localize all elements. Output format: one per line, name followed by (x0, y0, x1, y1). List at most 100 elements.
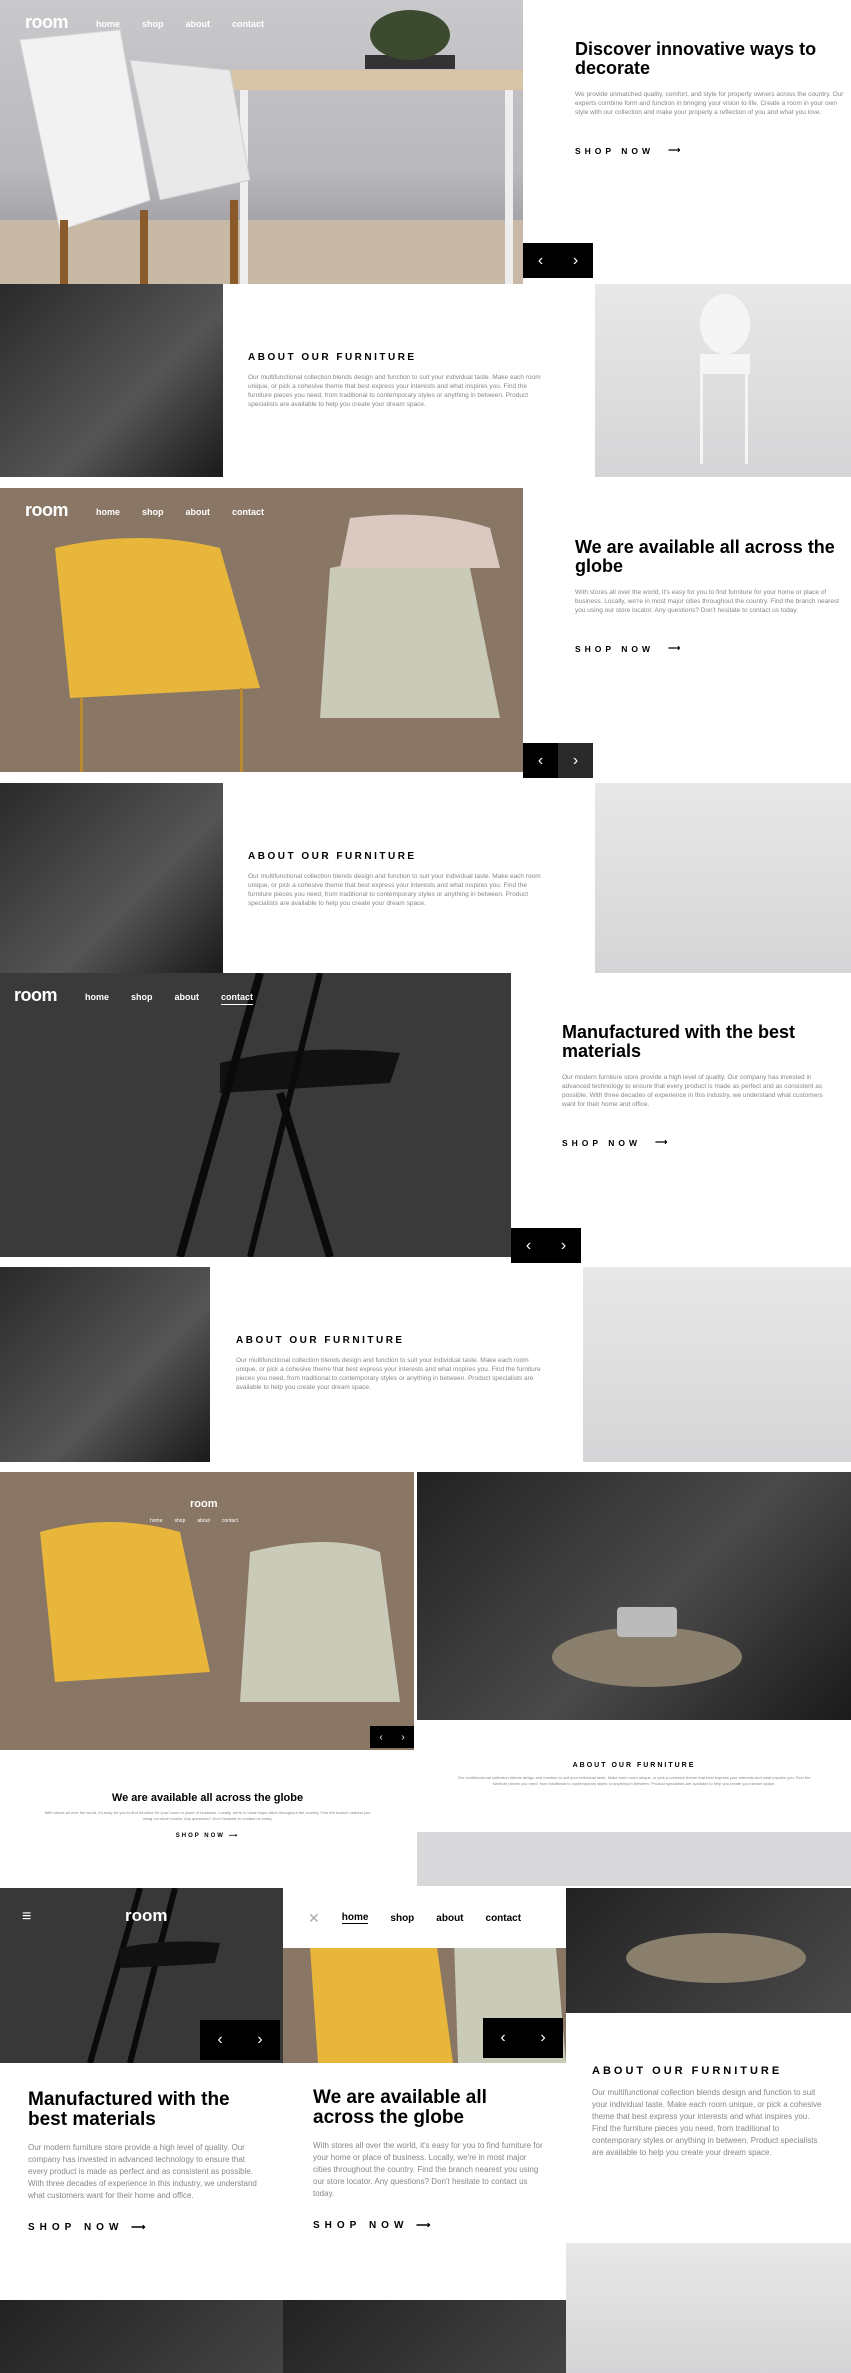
about-body: Our multifunctional collection blends de… (457, 1775, 811, 1786)
mobile-hero-2: ✕ home shop about contact ‹ › We are ava… (283, 1888, 566, 2373)
nav-about[interactable]: about (197, 1518, 210, 1524)
prev-button[interactable]: ‹ (200, 2020, 240, 2060)
nav-links: home shop about contact (150, 1518, 238, 1524)
slider-controls: ‹ › (200, 2020, 280, 2060)
nav-about[interactable]: about (175, 992, 200, 1002)
hero-content: We are available all across the globe Wi… (313, 2088, 543, 2232)
angle-left-icon: ‹ (379, 1731, 383, 1743)
nav-contact[interactable]: contact (221, 991, 254, 1005)
shop-now-link[interactable]: SHOP NOW ⟶ (40, 1832, 375, 1839)
about-title: ABOUT OUR FURNITURE (592, 2065, 783, 2077)
angle-left-icon: ‹ (500, 2029, 506, 2046)
hero-content: We are available all across the globe Wi… (40, 1792, 375, 1839)
hero-title: We are available all across the globe (111, 1792, 304, 1804)
hero-content: Manufactured with the best materials Our… (28, 2090, 263, 2234)
dark-room-image (0, 2300, 283, 2373)
logo[interactable]: room (25, 12, 69, 33)
white-chair-image (595, 783, 851, 973)
nav-shop[interactable]: shop (142, 507, 164, 517)
white-chair-image (595, 284, 851, 477)
nav-home[interactable]: home (341, 1912, 369, 1924)
shop-now-label: SHOP NOW (28, 2222, 124, 2233)
shop-now-link[interactable]: SHOP NOW ⟶ (313, 2220, 543, 2231)
nav-home[interactable]: home (150, 1518, 163, 1524)
angle-right-icon: › (572, 251, 579, 269)
nav-home[interactable]: home (96, 507, 120, 517)
about-section-1: ABOUT OUR FURNITURE Our multifunctional … (0, 284, 851, 477)
about-content: ABOUT OUR FURNITURE Our multifunctional … (230, 833, 570, 926)
prev-button[interactable]: ‹ (523, 743, 558, 778)
prev-button[interactable]: ‹ (370, 1726, 392, 1748)
hamburger-icon[interactable]: ≡ (22, 1908, 31, 1926)
long-arrow-icon: ⟶ (668, 145, 685, 155)
about-content: ABOUT OUR FURNITURE Our multifunctional … (230, 334, 570, 427)
close-icon[interactable]: ✕ (308, 1910, 320, 1927)
prev-button[interactable]: ‹ (511, 1228, 546, 1263)
long-arrow-icon: ⟶ (416, 2220, 436, 2231)
logo[interactable]: room (14, 985, 58, 1006)
slider-controls: ‹ › (483, 2018, 563, 2058)
hero-slide-1: room home shop about contact ‹ › Discover i… (0, 0, 851, 284)
hero-body: We provide unmatched quality, comfort, a… (575, 91, 844, 116)
angle-left-icon: ‹ (537, 251, 544, 269)
yellow-chair-illustration (0, 488, 523, 772)
nav-home[interactable]: home (96, 19, 120, 29)
shop-now-link[interactable]: SHOP NOW ⟶ (28, 2222, 263, 2233)
chair-table-illustration (0, 10, 523, 284)
nav-about[interactable]: about (186, 507, 211, 517)
nav-contact[interactable]: contact (232, 507, 264, 517)
dark-room-image (0, 783, 223, 973)
nav-contact[interactable]: contact (222, 1518, 238, 1524)
next-button[interactable]: › (558, 743, 593, 778)
about-body: Our multifunctional collection blends de… (248, 374, 541, 408)
dark-room-image (566, 1888, 851, 2013)
logo[interactable]: room (25, 500, 69, 521)
about-content: ABOUT OUR FURNITURE Our multifunctional … (592, 2065, 827, 2159)
next-button[interactable]: › (546, 1228, 581, 1263)
nav-about[interactable]: about (186, 19, 211, 29)
angle-left-icon: ‹ (217, 2031, 223, 2048)
nav-contact[interactable]: contact (232, 19, 264, 29)
nav-shop[interactable]: shop (142, 19, 164, 29)
next-button[interactable]: › (558, 243, 593, 278)
nav-contact[interactable]: contact (486, 1913, 522, 1924)
tablet-about: ABOUT OUR FURNITURE Our multifunctional … (417, 1472, 851, 1886)
logo[interactable]: room (190, 1498, 218, 1510)
logo[interactable]: room (125, 1906, 168, 1926)
dark-room-image (0, 284, 223, 477)
nav-shop[interactable]: shop (131, 992, 153, 1002)
shop-now-label: SHOP NOW (575, 643, 655, 654)
hero-body: Our modern furniture store provide a hig… (28, 2143, 257, 2200)
nav-links: home shop about contact (96, 502, 286, 520)
slider-controls: ‹ › (370, 1726, 414, 1748)
header-nav: room home shop about contact (25, 12, 286, 33)
prev-button[interactable]: ‹ (523, 243, 558, 278)
nav-shop[interactable]: shop (390, 1913, 414, 1924)
hero-content: Manufactured with the best materials Our… (562, 1023, 832, 1148)
hero-body: Our modern furniture store provide a hig… (562, 1074, 823, 1108)
next-button[interactable]: › (523, 2018, 563, 2058)
hero-image (0, 488, 523, 772)
angle-right-icon: › (540, 2029, 546, 2046)
shop-now-link[interactable]: SHOP NOW ⟶ (575, 145, 845, 156)
about-content: ABOUT OUR FURNITURE Our multifunctional … (457, 1762, 811, 1787)
shop-now-link[interactable]: SHOP NOW ⟶ (562, 1137, 832, 1148)
long-arrow-icon: ⟶ (131, 2222, 151, 2233)
next-button[interactable]: › (240, 2020, 280, 2060)
hero-body: With stores all over the world, it's eas… (575, 589, 840, 614)
slider-controls: ‹ › (511, 1228, 581, 1263)
angle-right-icon: › (257, 2031, 263, 2048)
next-button[interactable]: › (392, 1726, 414, 1748)
nav-links: home shop about contact (85, 987, 275, 1005)
mobile-menu: ✕ home shop about contact (283, 1888, 566, 1948)
prev-button[interactable]: ‹ (483, 2018, 523, 2058)
about-body: Our multifunctional collection blends de… (592, 2088, 822, 2157)
nav-about[interactable]: about (436, 1913, 463, 1924)
angle-right-icon: › (401, 1731, 405, 1743)
nav-shop[interactable]: shop (175, 1518, 186, 1524)
shop-now-link[interactable]: SHOP NOW ⟶ (575, 643, 845, 654)
dark-room-image (417, 1472, 851, 1720)
shop-now-label: SHOP NOW (175, 1833, 225, 1839)
nav-home[interactable]: home (85, 992, 109, 1002)
hero-image (0, 973, 511, 1257)
